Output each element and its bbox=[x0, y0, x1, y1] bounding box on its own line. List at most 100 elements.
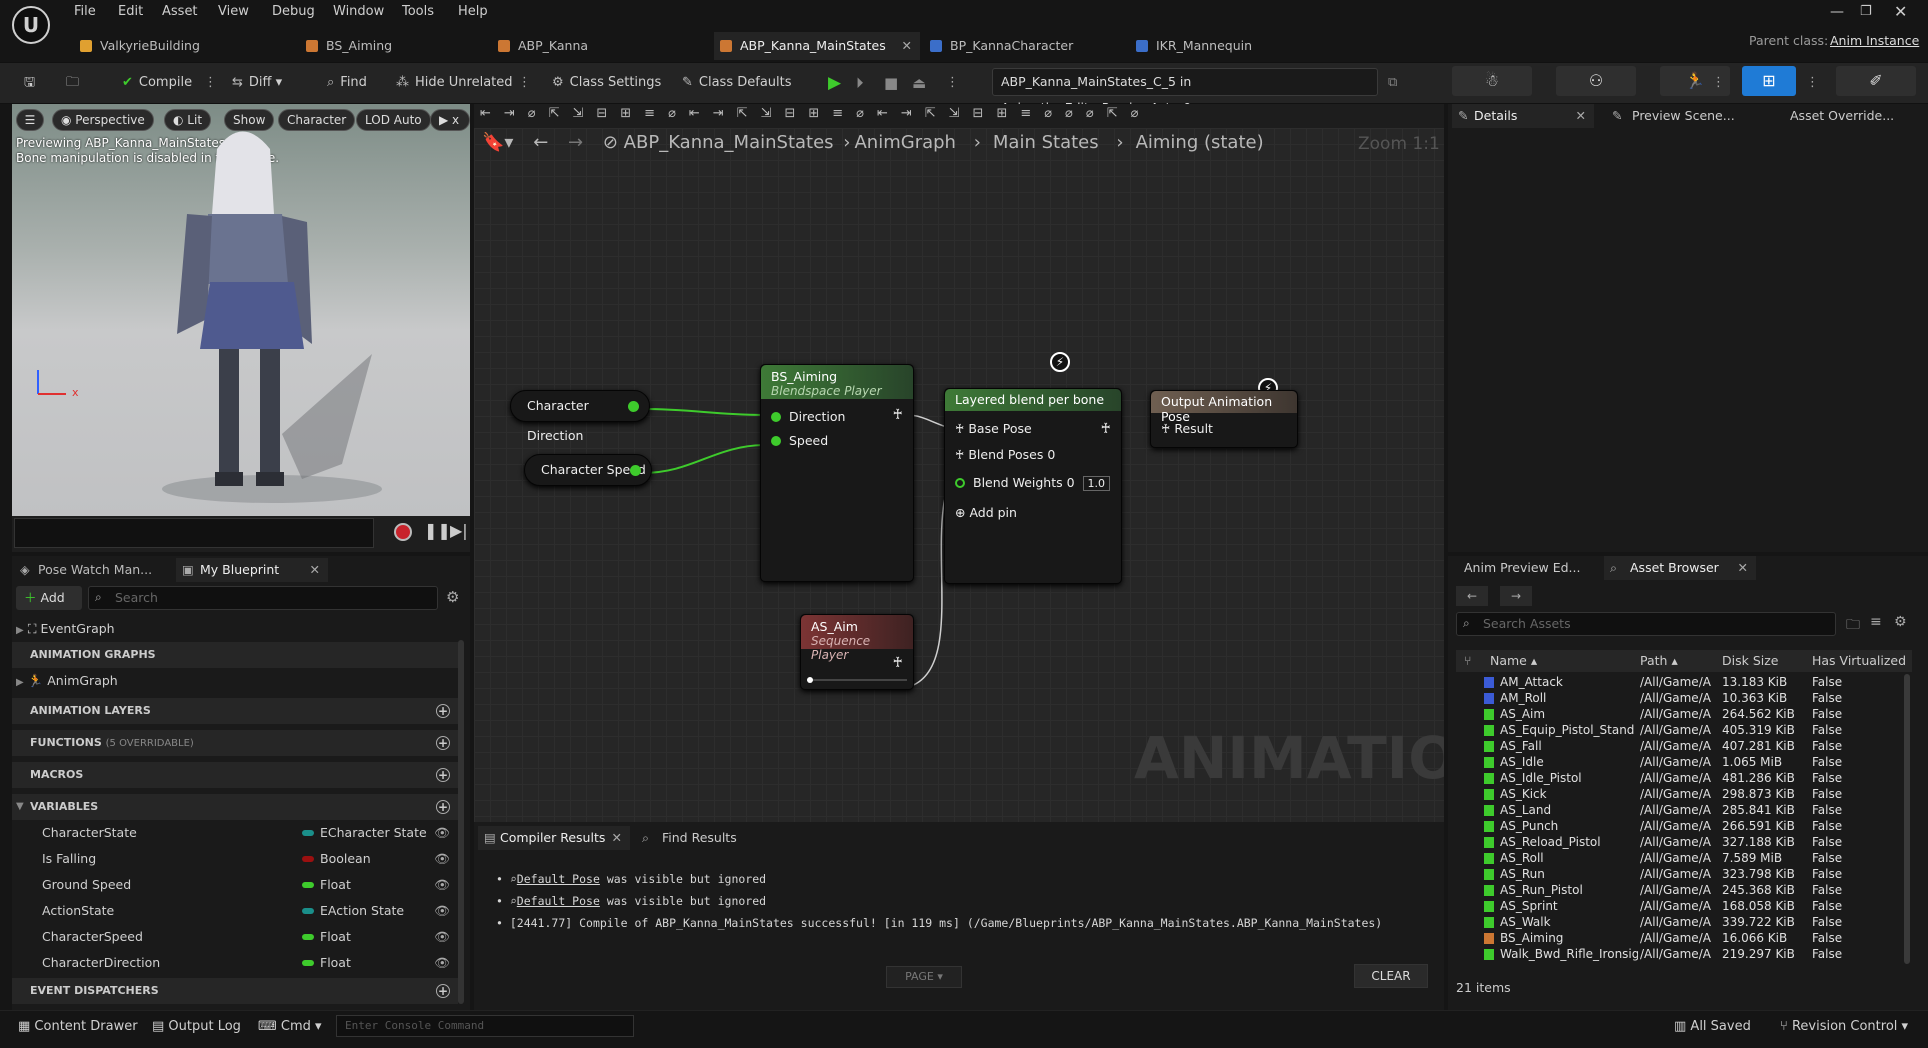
tab-ikr-mannequin[interactable]: IKR_Mannequin bbox=[1130, 32, 1330, 60]
output-pin-icon[interactable] bbox=[628, 401, 639, 412]
section-variables[interactable]: ▼ VARIABLES + bbox=[12, 794, 458, 820]
tab-preview-scene[interactable]: ✎ Preview Scene... bbox=[1606, 104, 1735, 128]
cmd-dropdown[interactable]: ⌨ Cmd ▾ bbox=[258, 1014, 322, 1040]
variable-row[interactable]: Is Falling Boolean 👁 bbox=[12, 846, 458, 872]
tab-find-results[interactable]: ⌕ Find Results bbox=[642, 826, 737, 850]
output-pin-icon[interactable] bbox=[630, 465, 641, 476]
tree-item-eventgraph[interactable]: ▶ ⛶ EventGraph bbox=[12, 616, 458, 642]
section-animation-graphs[interactable]: ANIMATION GRAPHS bbox=[12, 642, 458, 668]
pose-input-icon[interactable]: ♰ bbox=[1161, 421, 1174, 436]
column-path[interactable]: Path ▴ bbox=[1640, 650, 1678, 672]
column-disk-size[interactable]: Disk Size bbox=[1722, 650, 1778, 672]
input-pin-icon[interactable] bbox=[771, 412, 781, 422]
blueprint-scrollbar[interactable] bbox=[458, 640, 464, 1004]
node-character-direction[interactable]: Character Direction bbox=[510, 390, 650, 443]
step-forward-icon[interactable]: ▶| bbox=[450, 521, 468, 540]
asset-row[interactable]: AS_Equip_Pistol_Stand/All/Game/A 405.319 … bbox=[1456, 722, 1900, 738]
menu-edit[interactable]: Edit bbox=[118, 4, 143, 19]
tab-pose-watch[interactable]: ◈ Pose Watch Man... bbox=[16, 558, 176, 582]
tree-item-animgraph[interactable]: ▶ 🏃 AnimGraph bbox=[12, 668, 458, 694]
variable-row[interactable]: CharacterSpeed Float 👁 bbox=[12, 924, 458, 950]
visibility-eye-icon[interactable]: 👁 bbox=[434, 950, 450, 976]
debug-target-dropdown[interactable]: ABP_Kanna_MainStates_C_5 in AnimationEdi… bbox=[992, 68, 1378, 115]
physics-mode-icon[interactable]: ✐ bbox=[1836, 66, 1916, 96]
anim-graph-canvas[interactable]: 🔖▾ ← → ⊘ ABP_Kanna_MainStates › AnimGraph… bbox=[474, 128, 1444, 822]
asset-row[interactable]: AS_Aim/All/Game/A 264.562 KiB False bbox=[1456, 706, 1900, 722]
asset-search-input[interactable]: ⌕ Search Assets bbox=[1456, 612, 1836, 636]
preview-viewport[interactable]: ☰ ◉ Perspective ◐ Lit Show Character LOD… bbox=[12, 104, 470, 516]
asset-row[interactable]: AS_Idle/All/Game/A 1.065 MiB False bbox=[1456, 754, 1900, 770]
menu-debug[interactable]: Debug bbox=[272, 4, 315, 19]
section-macros[interactable]: MACROS + bbox=[12, 762, 458, 788]
column-name[interactable]: Name ▴ bbox=[1490, 650, 1537, 672]
tab-bp-kannacharacter[interactable]: BP_KannaCharacter bbox=[924, 32, 1130, 60]
revision-control-button[interactable]: ⑂ Revision Control ▾ bbox=[1780, 1014, 1908, 1040]
stop-icon[interactable]: ■ bbox=[884, 70, 898, 96]
add-function-icon[interactable]: + bbox=[436, 736, 450, 750]
menu-help[interactable]: Help bbox=[458, 4, 488, 19]
add-button[interactable]: ＋ Add bbox=[16, 586, 82, 610]
step-icon[interactable]: ⏵ bbox=[856, 70, 864, 96]
compile-options-icon[interactable]: ⋮ bbox=[204, 70, 217, 96]
node-character-speed[interactable]: Character Speed bbox=[524, 454, 652, 486]
section-functions[interactable]: FUNCTIONS (5 OVERRIDABLE) + bbox=[12, 730, 458, 756]
visibility-eye-icon[interactable]: 👁 bbox=[434, 872, 450, 898]
input-pin-icon[interactable] bbox=[771, 436, 781, 446]
add-dispatcher-icon[interactable]: + bbox=[436, 984, 450, 998]
asset-row[interactable]: AS_Idle_Pistol/All/Game/A 481.286 KiB Fals… bbox=[1456, 770, 1900, 786]
tab-valkyriebuilding[interactable]: ValkyrieBuilding bbox=[74, 32, 262, 60]
play-icon[interactable]: ▶ bbox=[828, 70, 841, 96]
asset-row[interactable]: AS_Roll/All/Game/A 7.589 MiB False bbox=[1456, 850, 1900, 866]
asset-row[interactable]: AS_Punch/All/Game/A 266.591 KiB False bbox=[1456, 818, 1900, 834]
section-event-dispatchers[interactable]: EVENT DISPATCHERS + bbox=[12, 978, 458, 1004]
variable-row[interactable]: CharacterState ECharacter State 👁 bbox=[12, 820, 458, 846]
pose-input-icon[interactable]: ♰ bbox=[955, 447, 968, 462]
browse-icon[interactable]: 🗀 bbox=[66, 70, 79, 96]
minimize-icon[interactable]: — bbox=[1830, 4, 1844, 20]
hide-options-icon[interactable]: ⋮ bbox=[518, 70, 531, 96]
tree-toggle-icon[interactable]: ⑂ bbox=[1464, 650, 1472, 672]
folder-icon[interactable]: 🗀 bbox=[1846, 614, 1860, 638]
pause-icon[interactable]: ❚❚ bbox=[424, 521, 451, 540]
blueprint-mode-icon[interactable]: ⊞ bbox=[1742, 66, 1796, 96]
eject-icon[interactable]: ⏏ bbox=[912, 70, 926, 96]
page-dropdown[interactable]: PAGE ▾ bbox=[886, 966, 962, 988]
tab-details[interactable]: ✎ Details ✕ bbox=[1452, 104, 1594, 128]
close-tab-icon[interactable]: ✕ bbox=[612, 826, 622, 850]
content-drawer-button[interactable]: ▦ Content Drawer bbox=[18, 1014, 138, 1040]
visibility-eye-icon[interactable]: 👁 bbox=[434, 924, 450, 950]
asset-row[interactable]: AS_Run_Pistol/All/Game/A 245.368 KiB False bbox=[1456, 882, 1900, 898]
pose-input-icon[interactable]: ♰ bbox=[955, 421, 968, 436]
play-options-icon[interactable]: ⋮ bbox=[946, 70, 959, 96]
record-icon[interactable] bbox=[394, 523, 412, 541]
section-animation-layers[interactable]: ANIMATION LAYERS + bbox=[12, 698, 458, 724]
add-macro-icon[interactable]: + bbox=[436, 768, 450, 782]
tab-abp-kanna-mainstates[interactable]: ABP_Kanna_MainStates ✕ bbox=[714, 32, 920, 60]
blend-weight-input[interactable]: 1.0 bbox=[1082, 476, 1111, 491]
skeleton-mode-icon[interactable]: ☃ bbox=[1452, 66, 1532, 96]
asset-row[interactable]: AM_Roll/All/Game/A 10.363 KiB False bbox=[1456, 690, 1900, 706]
add-variable-icon[interactable]: + bbox=[436, 800, 450, 814]
pose-output-icon[interactable]: ♰ bbox=[893, 655, 903, 671]
asset-row[interactable]: AS_Walk/All/Game/A 339.722 KiB False bbox=[1456, 914, 1900, 930]
close-tab-icon[interactable]: ✕ bbox=[1738, 556, 1748, 580]
tab-asset-override[interactable]: Asset Override... bbox=[1790, 104, 1894, 128]
close-tab-icon[interactable]: ✕ bbox=[310, 558, 320, 582]
node-as-aim[interactable]: AS_Aim Sequence Player ♰ bbox=[800, 614, 914, 690]
tab-asset-browser[interactable]: ⌕ Asset Browser ✕ bbox=[1604, 556, 1756, 580]
blueprint-search-input[interactable]: ⌕ Search bbox=[88, 586, 438, 610]
unreal-logo-icon[interactable]: U bbox=[12, 6, 50, 44]
debug-filter-icon[interactable]: ⧉ bbox=[1388, 70, 1397, 96]
variable-row[interactable]: ActionState EAction State 👁 bbox=[12, 898, 458, 924]
asset-row[interactable]: AS_Land/All/Game/A 285.841 KiB False bbox=[1456, 802, 1900, 818]
find-button[interactable]: ⌕ Find bbox=[327, 70, 367, 96]
pose-output-icon[interactable]: ♰ bbox=[1101, 421, 1111, 437]
filter-icon[interactable]: ≡ bbox=[1870, 614, 1882, 630]
hide-unrelated-button[interactable]: ⁂ Hide Unrelated bbox=[396, 70, 513, 96]
menu-tools[interactable]: Tools bbox=[402, 4, 434, 19]
default-pose-link[interactable]: Default Pose bbox=[517, 872, 600, 886]
menu-file[interactable]: File bbox=[74, 4, 96, 19]
console-input[interactable]: Enter Console Command bbox=[336, 1015, 634, 1037]
node-layered-blend[interactable]: Layered blend per bone ♰ Base Pose ♰ ♰ B… bbox=[944, 388, 1122, 584]
float-pin-icon[interactable] bbox=[955, 478, 965, 488]
